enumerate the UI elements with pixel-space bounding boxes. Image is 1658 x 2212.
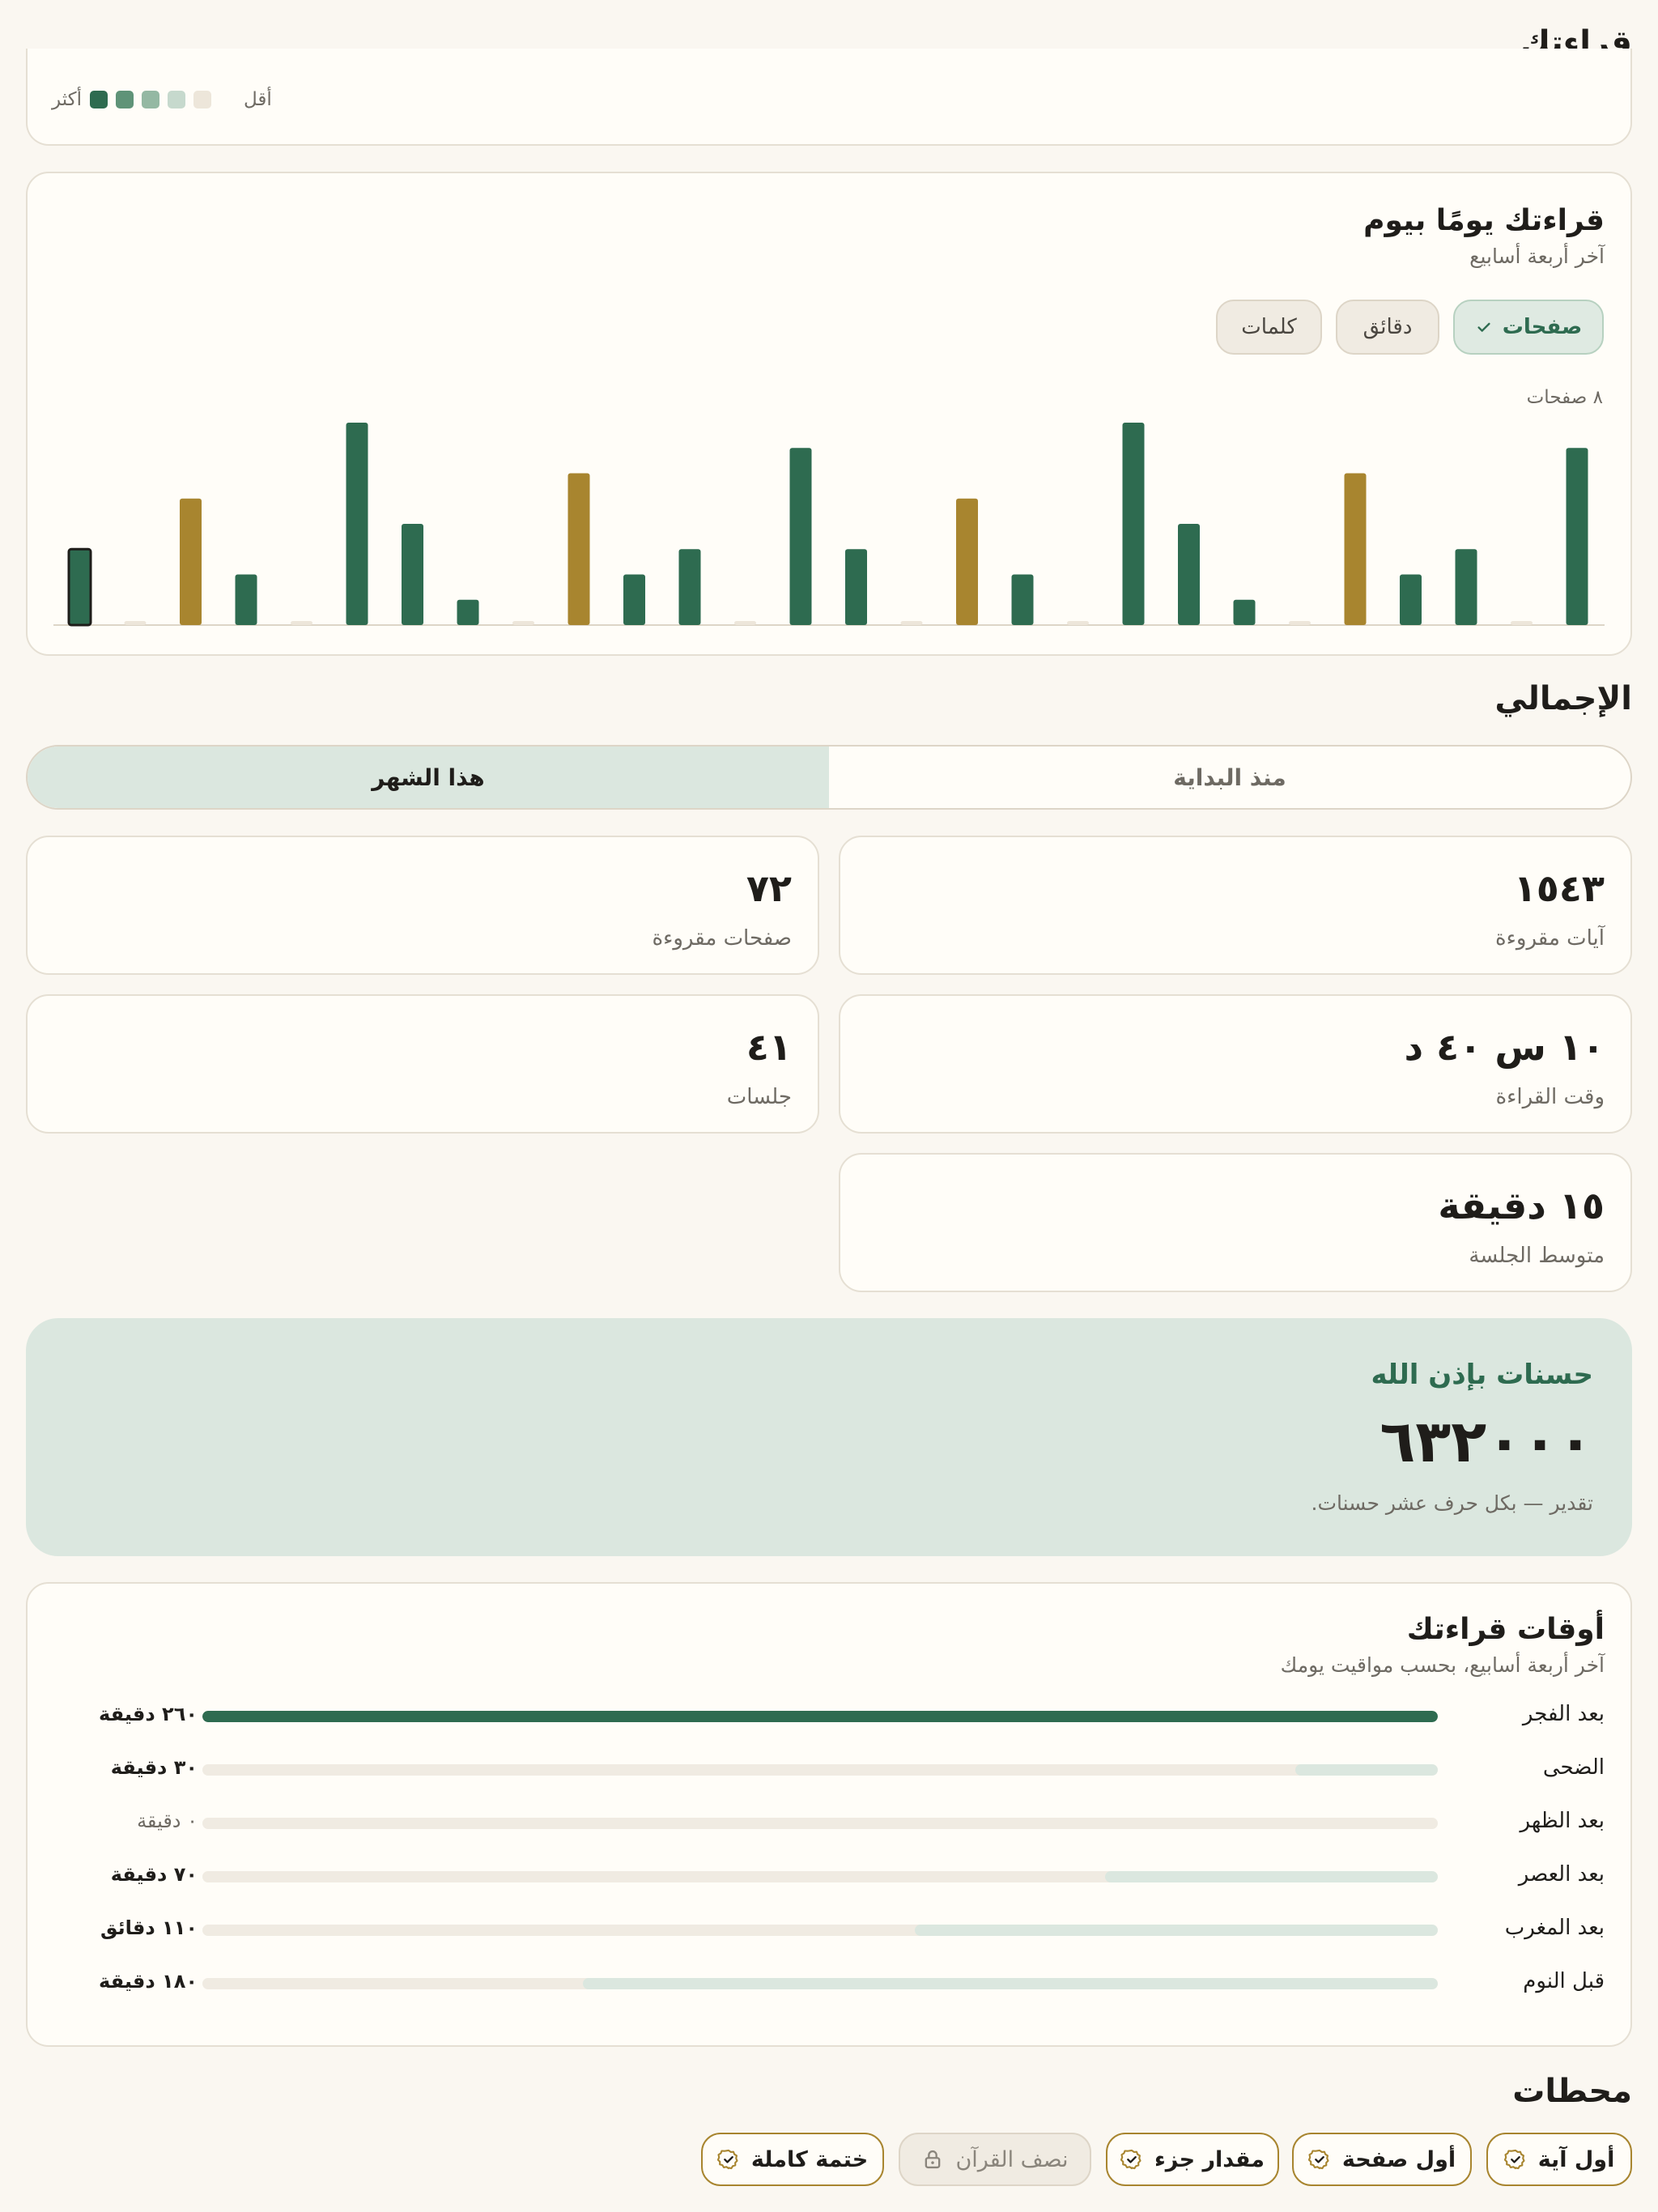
time-row-value: ١١٠ دقائق xyxy=(100,1916,198,1939)
stat-avg-label: متوسط الجلسة xyxy=(1469,1244,1605,1268)
hasanat-card: حسنات بإذن الله ٦٣٢٠٠٠ تقدير — بكل حرف ع… xyxy=(26,1318,1632,1556)
daily-bar-27[interactable] xyxy=(1511,621,1533,625)
daily-bar-7[interactable] xyxy=(402,524,423,625)
stat-time-label: وقت القراءة xyxy=(1495,1085,1605,1109)
time-row-value: ٧٠ دقيقة xyxy=(110,1863,198,1886)
time-row-fill xyxy=(1105,1871,1438,1882)
hasanat-note: تقدير — بكل حرف عشر حسنات. xyxy=(1311,1491,1594,1515)
time-row-fill xyxy=(1295,1764,1438,1776)
stat-avg-value: ١٥ دقيقة xyxy=(1438,1184,1605,1227)
reading-stats-screen: قراءتك أكثر أقل قراءتك يومًا بيوم آخر أر… xyxy=(0,0,1658,2212)
check-badge-icon xyxy=(716,2149,738,2170)
time-row-track xyxy=(202,1818,1438,1829)
daily-bar-chart xyxy=(53,423,1605,627)
daily-bar-17[interactable] xyxy=(956,498,978,625)
milestone-badge-label: نصف القرآن xyxy=(955,2146,1069,2172)
stat-card-verses: ١٥٤٣ آيات مقروءة xyxy=(839,836,1632,975)
stat-pages-label: صفحات مقروءة xyxy=(652,926,792,951)
daily-bar-23[interactable] xyxy=(1289,621,1311,625)
time-row-label: بعد الظهر xyxy=(1520,1809,1605,1833)
daily-bar-8[interactable] xyxy=(457,599,479,625)
reading-times-card: أوقات قراءتك آخر أربعة أسابيع، بحسب مواق… xyxy=(26,1582,1632,2047)
time-row-track xyxy=(202,1711,1438,1722)
lock-icon xyxy=(925,2150,941,2169)
time-row-label: بعد المغرب xyxy=(1504,1916,1605,1940)
milestone-badge-label: ختمة كاملة xyxy=(750,2146,869,2172)
reading-times-title: أوقات قراءتك xyxy=(1406,1613,1605,1646)
milestones-title: محطات xyxy=(1512,2073,1632,2110)
daily-bar-11[interactable] xyxy=(623,574,645,626)
milestone-badge[interactable]: أول آية xyxy=(1486,2133,1632,2186)
stat-time-value: ١٠ س ٤٠ د xyxy=(1404,1025,1605,1069)
time-row-fill xyxy=(202,1711,1438,1722)
totals-title: الإجمالي xyxy=(1494,680,1632,717)
milestone-badge[interactable]: ختمة كاملة xyxy=(701,2133,884,2186)
milestone-badge[interactable]: مقدار جزء xyxy=(1106,2133,1279,2186)
stat-card-avg-session: ١٥ دقيقة متوسط الجلسة xyxy=(839,1153,1632,1292)
daily-bar-16[interactable] xyxy=(900,621,923,625)
check-badge-icon xyxy=(1503,2149,1525,2170)
stat-verses-label: آيات مقروءة xyxy=(1495,926,1605,951)
time-row-fill xyxy=(915,1925,1438,1936)
time-row-track xyxy=(202,1978,1438,1989)
daily-bar-3[interactable] xyxy=(180,498,202,625)
daily-bar-28[interactable] xyxy=(1566,448,1588,625)
stat-verses-value: ١٥٤٣ xyxy=(1513,866,1605,910)
time-row-label: الضحى xyxy=(1542,1755,1605,1780)
daily-bar-15[interactable] xyxy=(845,549,867,625)
time-row-label: قبل النوم xyxy=(1523,1969,1605,1993)
daily-bar-20[interactable] xyxy=(1122,423,1145,625)
daily-bar-2[interactable] xyxy=(124,621,147,625)
stat-sessions-label: جلسات xyxy=(726,1085,792,1109)
time-row-label: بعد العصر xyxy=(1518,1862,1605,1887)
tab-since-start[interactable]: منذ البداية xyxy=(829,747,1630,808)
stat-pages-value: ٧٢ xyxy=(746,866,792,910)
daily-bar-22[interactable] xyxy=(1233,599,1256,625)
daily-bar-24[interactable] xyxy=(1344,473,1367,626)
milestone-badge-label: مقدار جزء xyxy=(1154,2146,1265,2172)
totals-period-toggle: منذ البداية هذا الشهر xyxy=(26,745,1632,810)
time-row-track xyxy=(202,1764,1438,1776)
daily-bar-6[interactable] xyxy=(346,423,368,625)
daily-bar-21[interactable] xyxy=(1178,524,1200,625)
time-row-fill xyxy=(582,1978,1438,1989)
time-row-value: ٢٦٠ دقيقة xyxy=(99,1703,198,1725)
time-row-value: ١٨٠ دقيقة xyxy=(99,1970,198,1993)
time-row-value: ٠ دقيقة xyxy=(137,1810,198,1832)
milestone-badge[interactable]: أول صفحة xyxy=(1292,2133,1472,2186)
stat-card-sessions: ٤١ جلسات xyxy=(26,994,819,1134)
daily-bar-18[interactable] xyxy=(1011,574,1034,626)
tab-this-month[interactable]: هذا الشهر xyxy=(28,747,829,808)
stat-card-pages: ٧٢ صفحات مقروءة xyxy=(26,836,819,975)
daily-bar-4[interactable] xyxy=(235,574,257,626)
check-badge-icon xyxy=(1307,2149,1329,2170)
hasanat-title: حسنات بإذن الله xyxy=(1371,1359,1593,1391)
daily-bar-12[interactable] xyxy=(678,549,701,625)
daily-bar-25[interactable] xyxy=(1400,574,1422,626)
stat-card-reading-time: ١٠ س ٤٠ د وقت القراءة xyxy=(839,994,1632,1134)
daily-bar-5[interactable] xyxy=(291,621,312,625)
hasanat-value: ٦٣٢٠٠٠ xyxy=(1380,1407,1593,1475)
daily-bar-26[interactable] xyxy=(1455,549,1477,625)
time-row-value: ٣٠ دقيقة xyxy=(110,1756,198,1779)
milestone-badge[interactable]: نصف القرآن xyxy=(899,2133,1091,2186)
milestone-badge-label: أول آية xyxy=(1537,2146,1615,2172)
stat-sessions-value: ٤١ xyxy=(746,1025,792,1069)
check-badge-icon xyxy=(1120,2149,1141,2170)
reading-times-subtitle: آخر أربعة أسابيع، بحسب مواقيت يومك xyxy=(1280,1653,1605,1677)
daily-bar-10[interactable] xyxy=(568,473,590,626)
daily-bar-1[interactable] xyxy=(67,547,92,627)
milestone-badge-label: أول صفحة xyxy=(1341,2146,1456,2172)
daily-bar-19[interactable] xyxy=(1067,621,1089,625)
time-row-track xyxy=(202,1871,1438,1882)
daily-bar-13[interactable] xyxy=(734,621,756,625)
time-row-label: بعد الفجر xyxy=(1522,1702,1605,1726)
time-row-track xyxy=(202,1925,1438,1936)
daily-bar-9[interactable] xyxy=(512,621,534,625)
daily-bar-14[interactable] xyxy=(789,448,812,625)
